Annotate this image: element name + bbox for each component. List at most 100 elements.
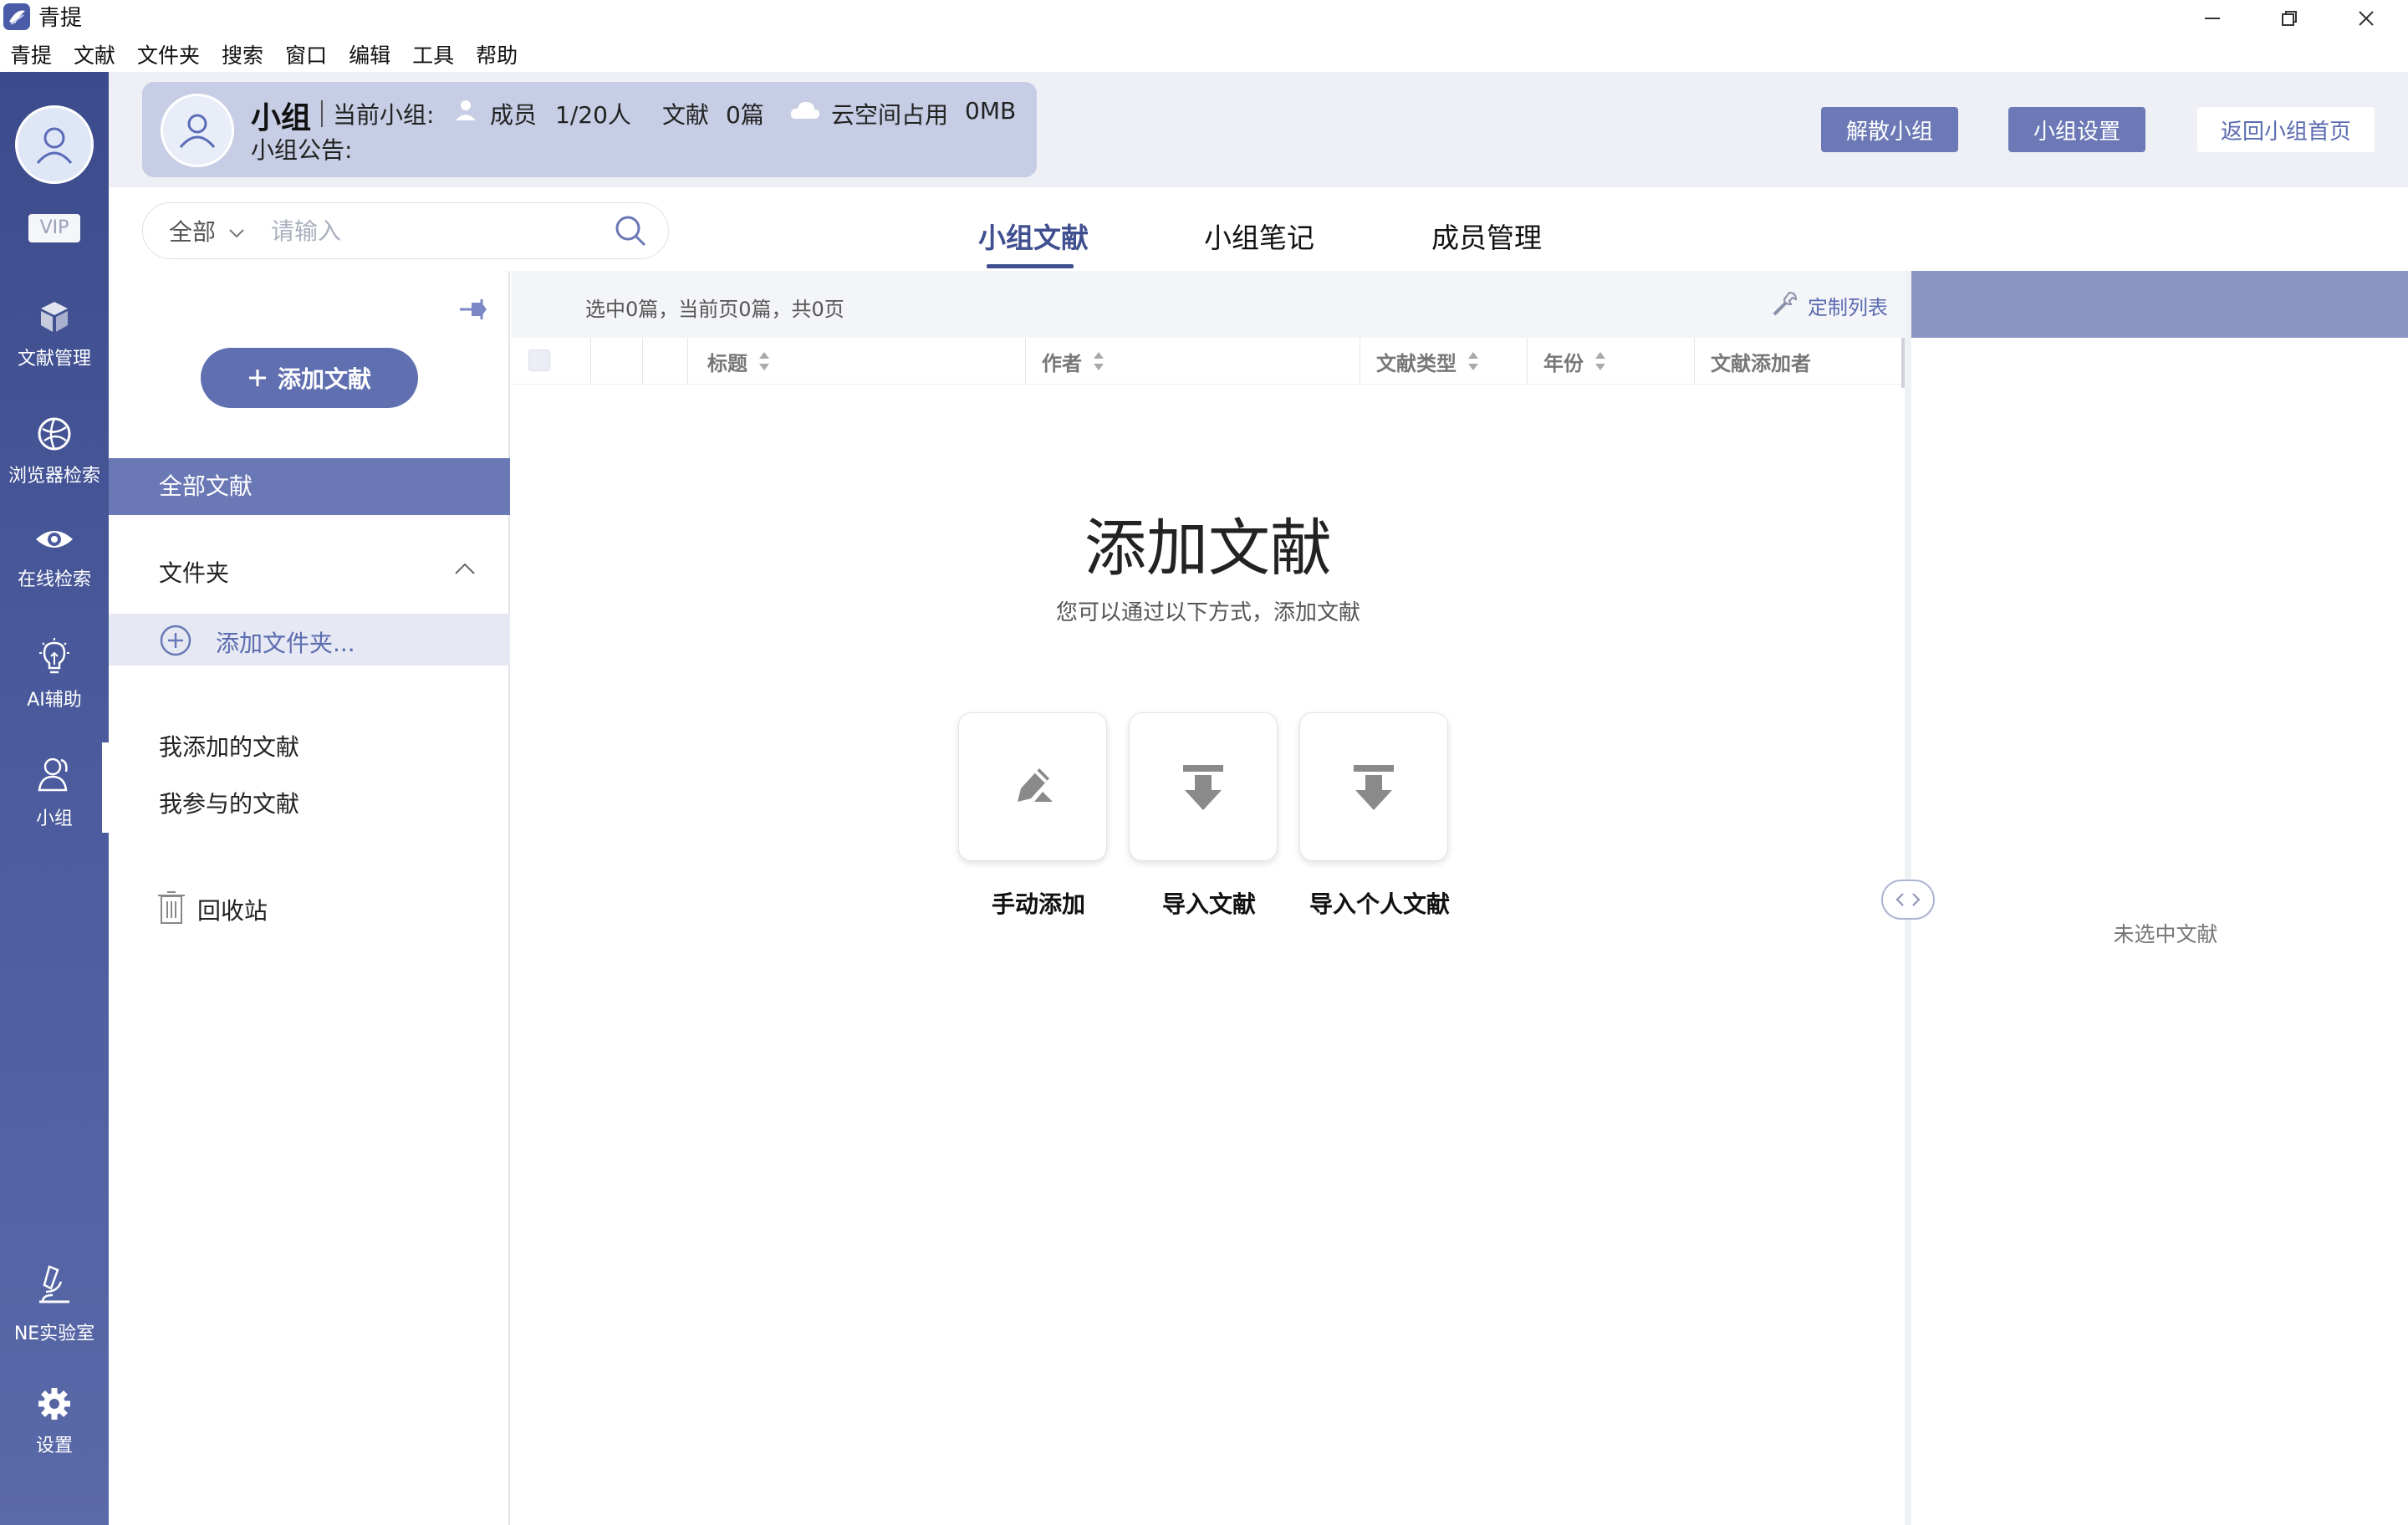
menu-qingti[interactable]: 青提 — [10, 39, 52, 69]
gear-icon — [36, 1385, 73, 1422]
panel-toggle-button[interactable] — [1881, 880, 1935, 920]
list-status-text: 选中0篇，当前页0篇，共0页 — [585, 298, 844, 321]
menu-literature[interactable]: 文献 — [74, 39, 115, 69]
column-label: 年份 — [1543, 351, 1584, 375]
import-arrow-icon — [1176, 760, 1230, 814]
user-icon — [29, 120, 79, 170]
add-literature-label: 添加文献 — [277, 365, 371, 393]
column-divider — [1527, 338, 1528, 385]
cloud-value: 0MB — [965, 97, 1017, 125]
sidebar-item-trash[interactable]: 回收站 — [197, 893, 268, 926]
detail-panel-header — [1911, 271, 2408, 338]
dissolve-group-button[interactable]: 解散小组 — [1821, 107, 1958, 152]
nav-item-browser-search[interactable]: 浏览器检索 — [0, 401, 109, 502]
column-header-title[interactable]: 标题 — [707, 338, 771, 385]
window-title: 青提 — [38, 6, 83, 31]
group-notice-label: 小组公告: — [251, 136, 353, 164]
nav-item-settings[interactable]: 设置 — [0, 1371, 109, 1471]
nav-item-literature[interactable]: 文献管理 — [0, 284, 109, 385]
sort-icon — [1594, 350, 1607, 372]
nav-label: 在线检索 — [17, 569, 91, 590]
minimize-icon — [2203, 9, 2222, 28]
cube-icon — [36, 298, 73, 335]
pin-icon[interactable] — [457, 293, 492, 328]
docs-value: 0篇 — [726, 101, 764, 129]
column-divider — [687, 338, 688, 385]
menu-window[interactable]: 窗口 — [285, 39, 327, 69]
wrench-icon — [1771, 289, 1799, 318]
close-button[interactable] — [2328, 0, 2405, 37]
nav-item-ai-assist[interactable]: AI辅助 — [0, 624, 109, 724]
sidebar-item-my-added[interactable]: 我添加的文献 — [159, 729, 299, 762]
column-divider — [1025, 338, 1026, 385]
column-label: 文献添加者 — [1711, 351, 1811, 375]
empty-state-subtitle: 您可以通过以下方式，添加文献 — [1055, 600, 1360, 625]
group-settings-button[interactable]: 小组设置 — [2008, 107, 2145, 152]
import-literature-label[interactable]: 导入文献 — [1125, 886, 1293, 920]
tab-group-notes[interactable]: 小组笔记 — [1204, 216, 1314, 256]
add-folder-label[interactable]: 添加文件夹... — [216, 625, 355, 659]
nav-item-online-search[interactable]: 在线检索 — [0, 507, 109, 607]
search-scope-value: 全部 — [169, 218, 217, 246]
lightbulb-icon — [36, 636, 73, 676]
import-literature-button[interactable] — [1129, 712, 1278, 861]
user-icon — [174, 107, 221, 154]
column-label: 文献类型 — [1376, 351, 1457, 375]
menu-help[interactable]: 帮助 — [476, 39, 518, 69]
close-icon — [2357, 9, 2375, 28]
nav-label: 小组 — [35, 808, 73, 829]
back-to-group-home-button[interactable]: 返回小组首页 — [2197, 107, 2375, 152]
sort-icon — [1467, 350, 1480, 372]
tab-group-literature[interactable]: 小组文献 — [978, 216, 1089, 256]
manual-add-button[interactable] — [958, 712, 1107, 861]
column-header-type[interactable]: 文献类型 — [1376, 338, 1480, 385]
nav-item-group[interactable]: 小组 — [0, 742, 109, 843]
import-arrow-icon — [1347, 760, 1400, 814]
nav-active-indicator — [102, 742, 109, 833]
vip-badge[interactable]: VIP — [28, 214, 80, 242]
search-icon[interactable] — [614, 214, 647, 247]
empty-state-title: 添加文献 — [1084, 513, 1332, 584]
microscope-icon — [34, 1263, 74, 1310]
customize-list-link[interactable]: 定制列表 — [1808, 291, 1888, 320]
column-header-added-by[interactable]: 文献添加者 — [1711, 338, 1811, 385]
nav-item-ne-lab[interactable]: NE实验室 — [0, 1254, 109, 1354]
cloud-label: 云空间占用 — [831, 101, 949, 129]
folder-section-title[interactable]: 文件夹 — [159, 555, 229, 589]
manual-add-label[interactable]: 手动添加 — [955, 886, 1122, 920]
sidebar-item-my-participated[interactable]: 我参与的文献 — [159, 786, 299, 819]
user-avatar[interactable] — [15, 105, 94, 184]
search-scope-select[interactable]: 全部 — [169, 214, 245, 247]
column-divider — [1694, 338, 1695, 385]
select-all-checkbox[interactable] — [528, 349, 550, 371]
nav-label: 浏览器检索 — [8, 466, 100, 487]
chevron-left-right-icon — [1891, 890, 1925, 910]
minimize-button[interactable] — [2174, 0, 2251, 37]
menu-folder[interactable]: 文件夹 — [137, 39, 200, 69]
group-avatar — [161, 94, 234, 167]
chevron-up-icon[interactable] — [453, 560, 477, 577]
sidebar-item-all-literature[interactable]: 全部文献 — [109, 458, 510, 515]
column-label: 标题 — [707, 351, 747, 375]
menu-search[interactable]: 搜索 — [222, 39, 263, 69]
column-header-author[interactable]: 作者 — [1042, 338, 1105, 385]
nav-label: NE实验室 — [13, 1324, 95, 1344]
current-group-label: 当前小组: — [333, 101, 435, 129]
plus-icon — [247, 368, 268, 388]
member-icon — [453, 97, 478, 122]
search-input[interactable] — [271, 211, 589, 251]
import-personal-literature-label[interactable]: 导入个人文献 — [1296, 886, 1463, 920]
tab-member-management[interactable]: 成员管理 — [1431, 216, 1542, 256]
add-literature-button[interactable]: 添加文献 — [201, 348, 418, 408]
cloud-icon — [789, 99, 821, 120]
column-header-year[interactable]: 年份 — [1543, 338, 1607, 385]
import-personal-literature-button[interactable] — [1299, 712, 1448, 861]
app-logo-icon — [3, 3, 30, 30]
menu-bar: 青提 文献 文件夹 搜索 窗口 编辑 工具 帮助 — [0, 37, 2408, 72]
restore-button[interactable] — [2251, 0, 2328, 37]
menu-tools[interactable]: 工具 — [412, 39, 454, 69]
members-label: 成员 — [490, 101, 538, 129]
group-icon — [34, 755, 74, 795]
menu-edit[interactable]: 编辑 — [349, 39, 390, 69]
eye-icon — [34, 523, 74, 556]
